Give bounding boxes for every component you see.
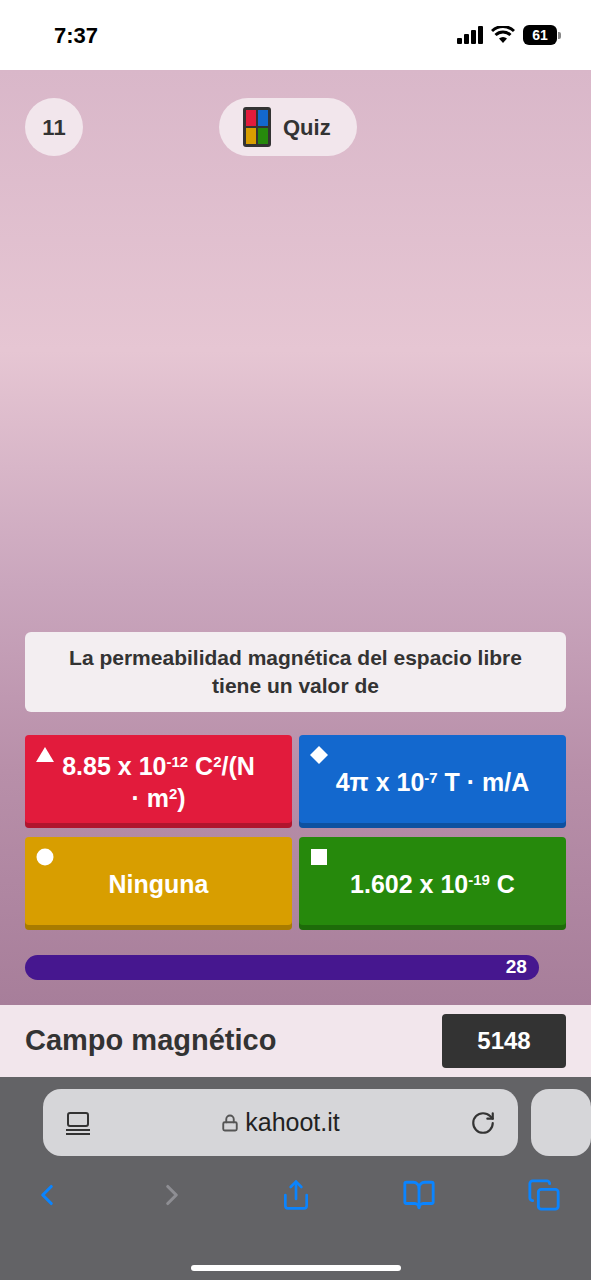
question-number: 11	[25, 98, 83, 156]
square-icon	[309, 847, 329, 867]
player-bar: Campo magnético 5148	[0, 1005, 591, 1077]
circle-icon	[35, 847, 55, 867]
url: kahoot.it	[245, 1104, 340, 1142]
back-icon[interactable]	[30, 1178, 64, 1212]
forward-icon[interactable]	[155, 1178, 189, 1212]
quiz-icon	[243, 107, 271, 147]
address-bar[interactable]: kahoot.it	[43, 1089, 518, 1156]
answer-button[interactable]: 4π x 10-7 T · m/A	[299, 735, 566, 828]
triangle-icon	[35, 745, 55, 765]
status-icons: 61	[457, 25, 561, 45]
timer-bar: 28	[25, 955, 539, 980]
answer-button[interactable]: 8.85 x 10-12 C2/(N · m2)	[25, 735, 292, 828]
quiz-area: 11 Quiz La permeabilidad magnética del esp…	[0, 70, 591, 1005]
lock-icon	[221, 1114, 239, 1132]
diamond-icon	[309, 745, 329, 765]
browser-toolbar: kahoot.it	[0, 1077, 591, 1280]
browser-nav	[0, 1156, 591, 1212]
home-indicator	[191, 1265, 401, 1271]
answer-button[interactable]: 1.602 x 10-19 C	[299, 837, 566, 930]
player-name: Campo magnético	[25, 1019, 276, 1063]
battery: 61	[523, 25, 561, 45]
status-bar: 7:37 61	[0, 0, 591, 70]
share-icon[interactable]	[280, 1179, 312, 1211]
bookmarks-icon[interactable]	[402, 1178, 436, 1212]
quiz-pill: Quiz	[219, 98, 357, 156]
next-tab-pill[interactable]	[531, 1089, 591, 1156]
answer-button[interactable]: Ninguna	[25, 837, 292, 930]
wifi-icon	[491, 26, 515, 44]
signal-icon	[457, 26, 483, 44]
page-menu-icon[interactable]	[65, 1111, 91, 1135]
time: 7:37	[54, 19, 98, 52]
answers-grid: 8.85 x 10-12 C2/(N · m2)4π x 10-7 T · m/…	[25, 735, 566, 930]
score-box: 5148	[442, 1014, 566, 1068]
reload-icon[interactable]	[470, 1110, 496, 1136]
timer-track: 28	[25, 955, 566, 980]
question-card: La permeabilidad magnética del espacio l…	[25, 632, 566, 712]
tabs-icon[interactable]	[527, 1178, 561, 1212]
app: 7:37 61 11 Quiz La permeabilidad magnética d…	[0, 0, 591, 1280]
